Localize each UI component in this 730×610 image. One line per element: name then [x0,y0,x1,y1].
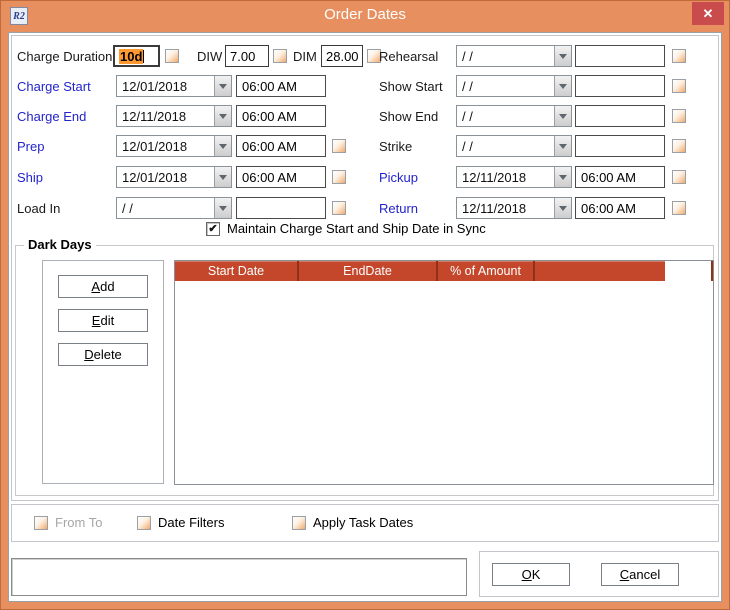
chevron-down-icon[interactable] [554,46,571,66]
strike-label: Strike [379,139,412,154]
table-header-end-cap [665,261,713,281]
sync-checkbox-label: Maintain Charge Start and Ship Date in S… [227,221,486,236]
chevron-down-icon[interactable] [554,198,571,218]
close-icon: ✕ [703,6,714,22]
strike-row: Strike / / [9,135,723,157]
delete-button[interactable]: Delete [58,343,148,366]
dark-days-button-panel: Add Edit Delete [42,260,164,484]
column-header-filler [535,261,665,281]
chevron-down-icon[interactable] [554,136,571,156]
rehearsal-label: Rehearsal [379,49,438,64]
chevron-down-icon[interactable] [554,76,571,96]
dialog-content: Charge Duration 10d DIW 7.00 DIM 28.00 C… [8,32,722,602]
dark-days-table-header: Start Date EndDate % of Amount [175,261,713,281]
sync-checkbox[interactable]: ✔ [206,222,220,236]
pickup-date-combo[interactable]: 12/11/2018 [456,166,572,188]
apply-task-dates-label: Apply Task Dates [313,515,413,530]
column-header-end-date[interactable]: EndDate [299,261,438,281]
rehearsal-date-value: / / [457,46,554,66]
return-row: Return 12/11/2018 06:00 AM [9,197,723,219]
date-filters-label: Date Filters [158,515,224,530]
chevron-down-icon[interactable] [554,167,571,187]
date-filters-checkbox[interactable] [137,516,151,530]
from-to-filter: From To [34,515,102,530]
show-start-label: Show Start [379,79,443,94]
return-checkbox[interactable] [672,201,686,215]
return-time-field[interactable]: 06:00 AM [575,197,665,219]
note-input[interactable] [11,558,467,596]
apply-task-dates-filter: Apply Task Dates [292,515,413,530]
column-header-percent-of-amount[interactable]: % of Amount [438,261,535,281]
show-start-date-combo[interactable]: / / [456,75,572,97]
pickup-time-field[interactable]: 06:00 AM [575,166,665,188]
chevron-down-icon[interactable] [554,106,571,126]
edit-button[interactable]: Edit [58,309,148,332]
pickup-row: Pickup 12/11/2018 06:00 AM [9,166,723,188]
show-end-time-field[interactable] [575,105,665,127]
show-end-date-value: / / [457,106,554,126]
filters-panel: From To Date Filters Apply Task Dates [11,504,719,542]
strike-date-combo[interactable]: / / [456,135,572,157]
add-button[interactable]: Add [58,275,148,298]
apply-task-dates-checkbox[interactable] [292,516,306,530]
sync-checkbox-row: ✔ Maintain Charge Start and Ship Date in… [206,221,486,236]
dark-days-title: Dark Days [24,237,96,252]
rehearsal-time-field[interactable] [575,45,665,67]
pickup-checkbox[interactable] [672,170,686,184]
dialog-title: Order Dates [0,6,730,23]
show-end-checkbox[interactable] [672,109,686,123]
dialog-buttons-panel: OK Cancel [479,551,719,597]
pickup-date-value: 12/11/2018 [457,167,554,187]
pickup-label: Pickup [379,170,418,185]
dark-days-table[interactable]: Start Date EndDate % of Amount [174,260,714,485]
close-button[interactable]: ✕ [692,2,724,25]
return-date-combo[interactable]: 12/11/2018 [456,197,572,219]
show-end-label: Show End [379,109,438,124]
rehearsal-row: Rehearsal / / [9,45,723,67]
from-to-label: From To [55,515,102,530]
order-dates-dialog: R2 Order Dates ✕ Charge Duration 10d DIW… [0,0,730,610]
titlebar[interactable]: R2 Order Dates ✕ [0,0,730,32]
rehearsal-checkbox[interactable] [672,49,686,63]
show-start-checkbox[interactable] [672,79,686,93]
dark-days-group: Dark Days Add Edit Delete Start Date End… [15,245,714,496]
return-date-value: 12/11/2018 [457,198,554,218]
return-label: Return [379,201,418,216]
rehearsal-date-combo[interactable]: / / [456,45,572,67]
from-to-checkbox [34,516,48,530]
show-start-time-field[interactable] [575,75,665,97]
show-end-row: Show End / / [9,105,723,127]
show-end-date-combo[interactable]: / / [456,105,572,127]
strike-time-field[interactable] [575,135,665,157]
show-start-date-value: / / [457,76,554,96]
ok-button[interactable]: OK [492,563,570,586]
strike-checkbox[interactable] [672,139,686,153]
show-start-row: Show Start / / [9,75,723,97]
check-icon: ✔ [208,222,217,235]
column-header-start-date[interactable]: Start Date [175,261,299,281]
strike-date-value: / / [457,136,554,156]
cancel-button[interactable]: Cancel [601,563,679,586]
date-filters-filter: Date Filters [137,515,224,530]
